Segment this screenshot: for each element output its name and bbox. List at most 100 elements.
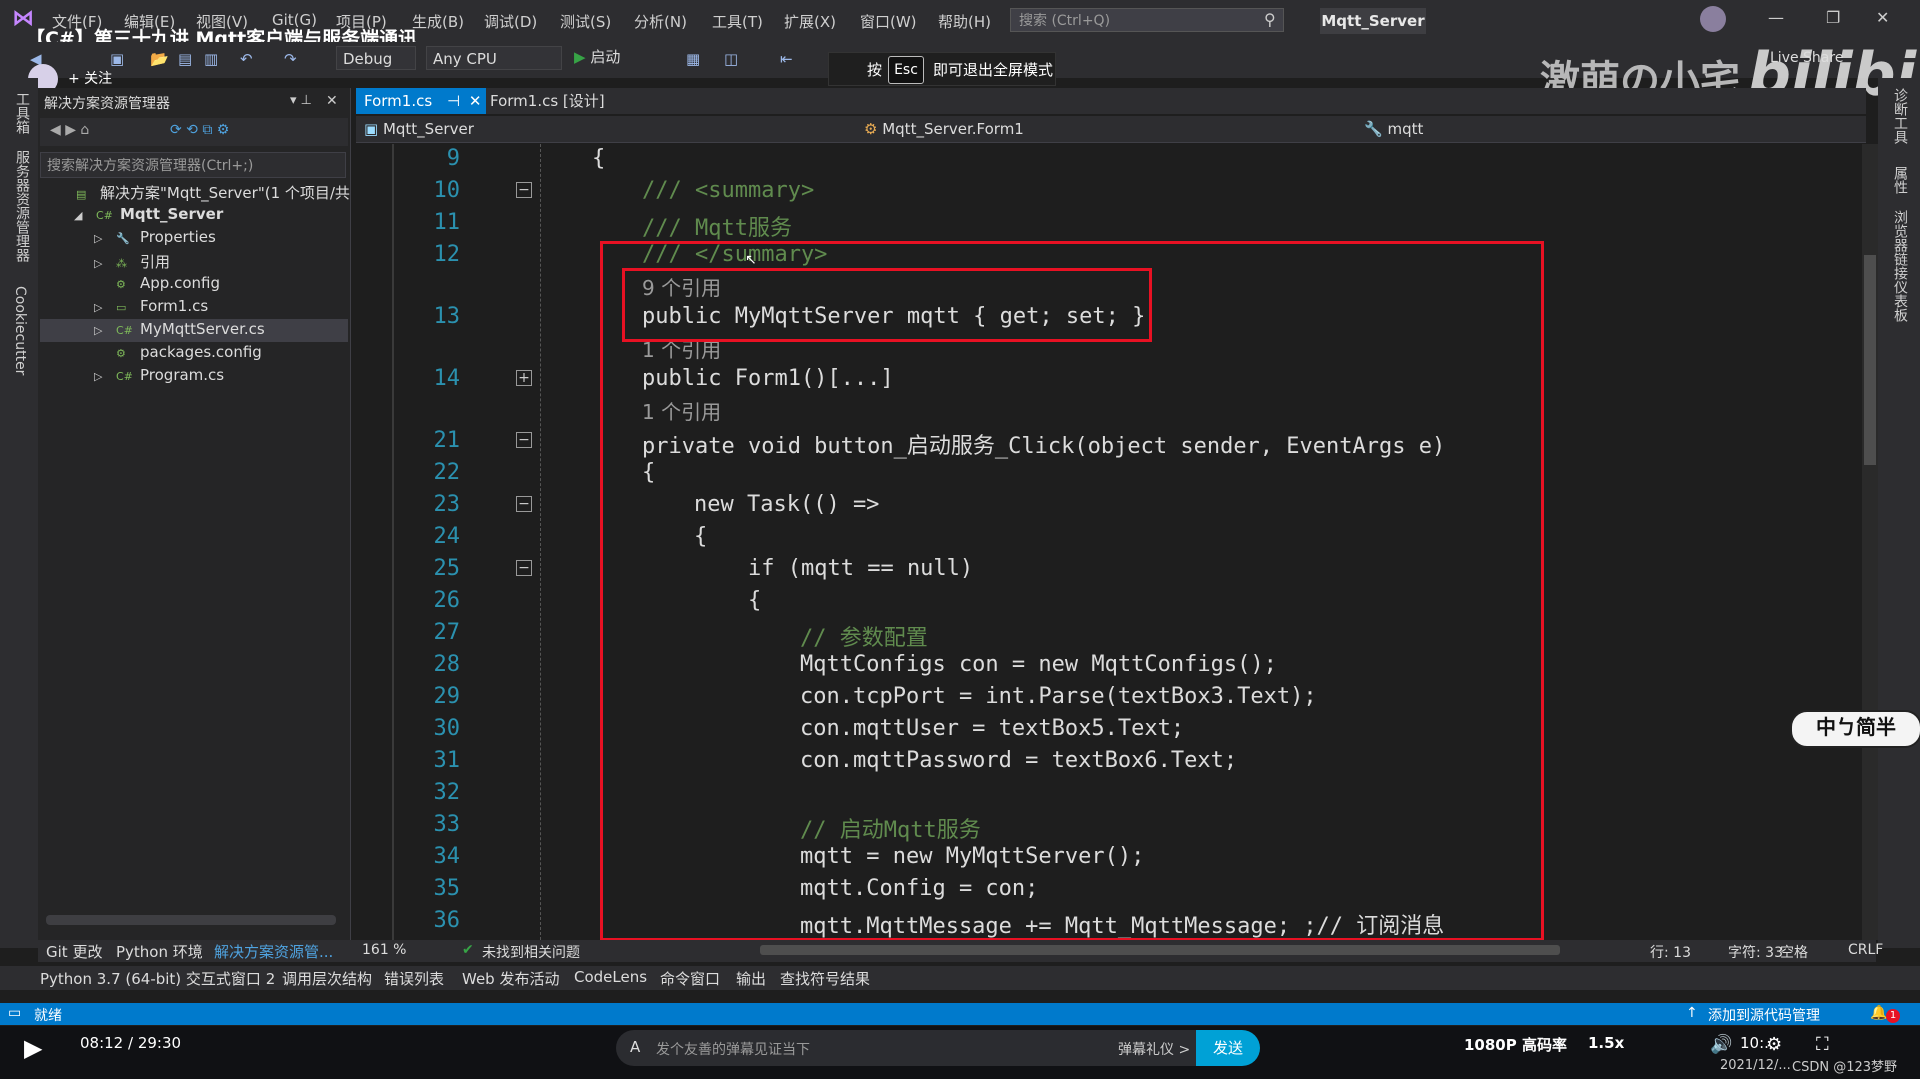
tool-window-tab[interactable]: 命令窗口 [660,968,720,989]
save-icon[interactable]: ▤ [178,50,192,68]
search-icon[interactable]: ⚲ [1264,10,1276,29]
save-all-icon[interactable]: ▥ [204,50,218,68]
pin-icon[interactable]: ⊣ [447,92,460,110]
expand-arrow-icon[interactable]: ▷ [94,232,116,245]
whitespace-indicator[interactable]: 空格 [1780,942,1808,962]
expand-arrow-icon[interactable]: ▷ [94,370,116,383]
tree-item[interactable]: ◢ C# Mqtt_Server [74,205,223,223]
expand-arrow-icon[interactable]: ▷ [94,301,116,314]
speed-button[interactable]: 1.5x [1588,1034,1624,1052]
open-icon[interactable]: 📂 [150,50,169,68]
project-dropdown[interactable]: ▣ Mqtt_Server [364,118,854,140]
expand-arrow-icon[interactable]: ◢ [74,209,96,222]
scrollbar-thumb[interactable] [1864,255,1876,465]
configuration-dropdown[interactable]: Debug [336,46,416,70]
folder-icon[interactable]: ▦ [686,50,700,68]
tab-form1-cs[interactable]: Form1.cs ⊣ ✕ [356,88,486,114]
collapse-icon[interactable]: − [516,182,532,198]
cookiecutter-tab[interactable]: Cookiecutter [12,286,28,375]
browser-icon[interactable]: ◫ [724,50,738,68]
danmaku-etiquette-link[interactable]: 弹幕礼仪 > [1118,1039,1190,1059]
play-icon[interactable]: ▶ [24,1034,42,1062]
menu-item[interactable]: 生成(B) [412,11,464,32]
account-avatar[interactable] [1700,6,1726,32]
settings-icon[interactable]: ⚙ [1766,1034,1782,1055]
danmaku-input[interactable]: A 发个友善的弹幕见证当下 弹幕礼仪 > [616,1030,1256,1066]
editor-horizontal-scrollbar[interactable] [760,945,1560,955]
expand-icon[interactable]: + [516,370,532,386]
output-icon: ▭ [8,1005,22,1021]
collapse-icon[interactable]: − [516,496,532,512]
redo-icon[interactable]: ↷ [284,50,297,68]
code-line[interactable]: /// Mqtt服务 [642,210,792,242]
menu-item[interactable]: 调试(D) [484,11,537,32]
code-line[interactable]: { [592,146,605,171]
member-dropdown[interactable]: 🔧 mqtt [1364,118,1844,140]
tree-item[interactable]: ▷ C# MyMqttServer.cs [94,320,265,338]
git-changes-tab[interactable]: Git 更改 [46,941,102,962]
close-window-icon[interactable]: ✕ [1876,8,1889,27]
expand-arrow-icon[interactable]: ▷ [94,257,116,270]
send-button[interactable]: 发送 [1196,1030,1260,1066]
properties-tab[interactable]: 属性 [1890,166,1910,194]
bell-icon[interactable]: 🔔 [1870,1005,1887,1021]
tree-item[interactable]: ▷ 🔧 Properties [94,228,216,246]
restore-icon[interactable]: ❐ [1826,8,1840,27]
diagnostic-tools-tab[interactable]: 诊断工具 [1890,88,1910,144]
quality-button[interactable]: 1080P 高码率 [1464,1034,1567,1055]
live-share-button[interactable]: Live Share [1770,50,1843,66]
tool-window-tab[interactable]: Web 发布活动 [462,968,559,989]
back-icon[interactable]: ◀ ▶ ⌂ [50,122,89,138]
class-dropdown[interactable]: ⚙ Mqtt_Server.Form1 [864,118,1354,140]
tool-window-tab[interactable]: Python 3.7 (64-bit) 交互式窗口 2 [40,968,275,989]
menu-item[interactable]: 扩展(X) [784,11,836,32]
tool-window-tab[interactable]: 错误列表 [384,968,444,989]
code-line[interactable]: /// <summary> [642,178,814,203]
collapse-icon[interactable]: − [516,432,532,448]
collapse-icon[interactable]: − [516,560,532,576]
search-input[interactable]: 搜索 (Ctrl+Q) [1010,8,1284,32]
undo-icon[interactable]: ↶ [240,50,253,68]
tree-item[interactable]: ▷ C# Program.cs [94,366,224,384]
browser-link-tab[interactable]: 浏览器链接仪表板 [1890,210,1910,322]
tree-item[interactable]: ▷ ▭ Form1.cs [94,297,208,315]
tab-form1-designer[interactable]: Form1.cs [设计] [490,88,605,114]
platform-dropdown[interactable]: Any CPU [426,46,562,70]
volume-icon[interactable]: 🔊 [1710,1034,1732,1055]
tool-window-tab[interactable]: 调用层次结构 [282,968,372,989]
line-ending-indicator[interactable]: CRLF [1848,942,1883,958]
tree-item[interactable]: ▤ 解决方案"Mqtt_Server"(1 个项目/共 1 [54,182,364,203]
zoom-level[interactable]: 161 % [362,942,406,958]
tree-item[interactable]: ▷ ⁂ 引用 [94,251,170,272]
solution-search-input[interactable]: 搜索解决方案资源管理器(Ctrl+;) [40,152,346,178]
solution-horizontal-scrollbar[interactable] [46,915,336,925]
add-source-control[interactable]: 添加到源代码管理 [1708,1005,1820,1025]
pin-icon[interactable]: ▾ ⊥ [290,93,312,108]
tree-item[interactable]: ⚙ App.config [94,274,220,292]
expand-arrow-icon[interactable]: ▷ [94,324,116,337]
new-project-icon[interactable]: ▣ [110,50,124,68]
menu-item[interactable]: 帮助(H) [938,11,991,32]
ime-indicator[interactable]: 中ㄅ简半 [1790,710,1920,748]
menu-item[interactable]: 分析(N) [634,11,687,32]
fullscreen-icon[interactable]: ⛶ [1816,1034,1829,1055]
step-icon[interactable]: ⇤ [780,50,793,68]
server-explorer-tab[interactable]: 服务器资源管理器 [12,150,32,262]
python-env-tab[interactable]: Python 环境 [116,941,203,962]
issues-status[interactable]: 未找到相关问题 [482,942,580,962]
minimize-icon[interactable]: — [1768,8,1784,27]
tool-window-tab[interactable]: CodeLens [574,968,647,986]
solution-explorer-tab[interactable]: 解决方案资源管... [214,941,333,962]
close-tab-icon[interactable]: ✕ [469,92,482,110]
tree-item[interactable]: ⚙ packages.config [94,343,262,361]
menu-item[interactable]: 窗口(W) [860,11,917,32]
tool-window-tab[interactable]: 查找符号结果 [780,968,870,989]
follow-button[interactable]: + 关注 [68,68,112,88]
menu-item[interactable]: 工具(T) [712,11,763,32]
tool-window-tab[interactable]: 输出 [736,968,766,989]
sync-icon[interactable]: ⟳ ⟲ ⧉ ⚙ [170,122,229,138]
start-button[interactable]: ▶ 启动 [574,46,620,67]
close-panel-icon[interactable]: ✕ [326,93,338,109]
menu-item[interactable]: 测试(S) [560,11,611,32]
toolbox-tab[interactable]: 工具箱 [12,92,32,134]
